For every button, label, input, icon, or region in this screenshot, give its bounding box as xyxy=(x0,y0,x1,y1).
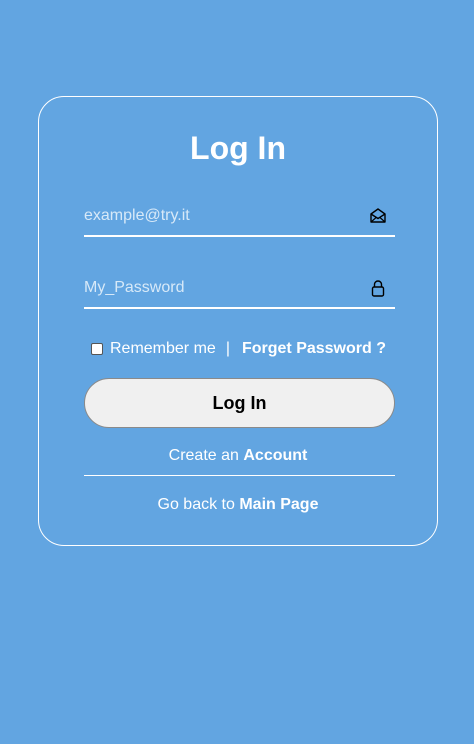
back-prefix: Go back to xyxy=(157,496,235,513)
forget-password-link[interactable]: Forget Password ? xyxy=(242,340,386,358)
login-title: Log In xyxy=(190,130,286,166)
lock-icon xyxy=(371,280,385,297)
create-account-link[interactable]: Account xyxy=(243,447,307,464)
main-page-link[interactable]: Main Page xyxy=(239,496,318,513)
password-field-container xyxy=(84,269,395,309)
envelope-icon xyxy=(370,208,386,223)
email-input[interactable] xyxy=(84,197,354,235)
login-card: Log In Remember me | Forget Password ? L… xyxy=(38,96,438,546)
options-separator: | xyxy=(225,340,230,357)
login-options: Remember me | Forget Password ? xyxy=(91,339,386,359)
create-account-prefix: Create an xyxy=(168,447,239,464)
email-field-container xyxy=(84,197,395,237)
password-input[interactable] xyxy=(84,269,354,307)
create-account-row: Create an Account xyxy=(39,447,437,465)
divider xyxy=(84,475,395,476)
login-button[interactable]: Log In xyxy=(84,378,395,428)
remember-me-checkbox[interactable] xyxy=(91,343,103,355)
remember-me-label[interactable]: Remember me xyxy=(110,340,216,358)
back-to-main-row: Go back to Main Page xyxy=(39,496,437,514)
